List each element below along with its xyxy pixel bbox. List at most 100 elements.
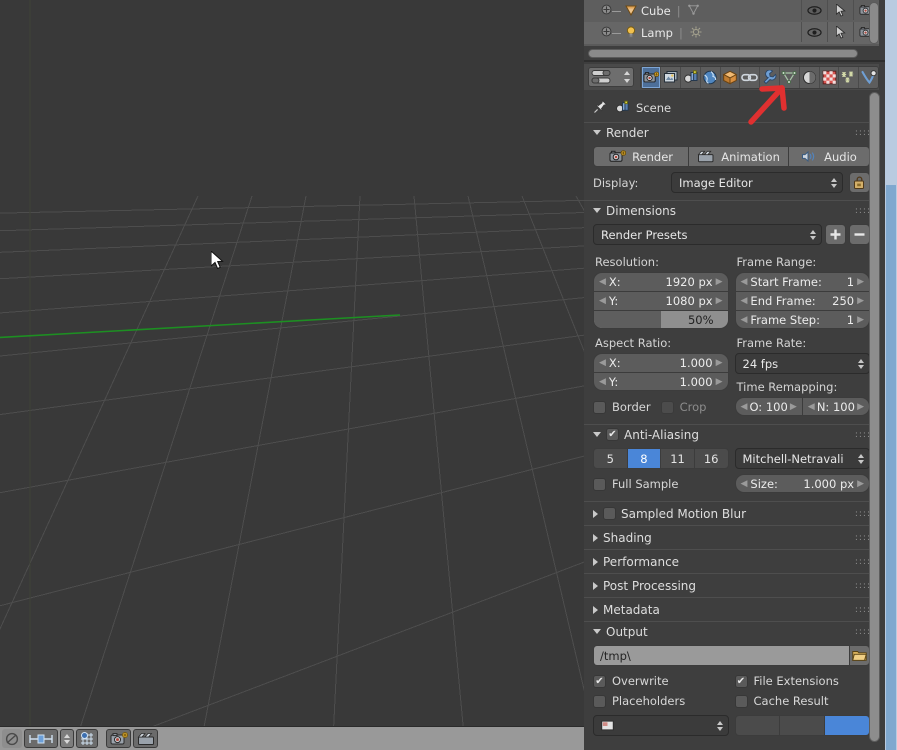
crop-checkbox-row[interactable]: Crop — [660, 397, 706, 417]
tab-texture[interactable] — [818, 66, 839, 88]
aa-filter-dropdown[interactable]: Mitchell-Netravali — [734, 448, 870, 469]
color-mode-rgba[interactable] — [825, 716, 869, 735]
start-frame-field[interactable]: ◀ Start Frame: 1 ▶ — [734, 272, 870, 291]
placeholders-checkbox[interactable] — [593, 694, 606, 708]
color-mode-bw[interactable] — [735, 716, 781, 735]
window-scrollbar[interactable] — [885, 0, 897, 750]
increment-arrow-icon[interactable]: ▶ — [857, 296, 864, 306]
border-checkbox[interactable] — [593, 400, 606, 414]
overwrite-checkbox[interactable]: ✔ — [593, 674, 606, 688]
antialiasing-checkbox[interactable]: ✔ — [606, 428, 619, 441]
decrement-arrow-icon[interactable]: ◀ — [599, 296, 606, 306]
outliner-toggles-lamp[interactable] — [801, 22, 879, 42]
properties-tab-bar[interactable] — [584, 64, 879, 90]
3d-viewport[interactable] — [0, 0, 584, 750]
outliner[interactable]: Cube | Lamp | — [584, 0, 879, 46]
render-image-icon[interactable] — [106, 729, 131, 748]
outliner-horizontal-scrollbar[interactable] — [584, 46, 879, 60]
decrement-arrow-icon[interactable]: ◀ — [599, 277, 606, 287]
animation-button[interactable]: Animation — [689, 146, 789, 167]
tab-object-data[interactable] — [779, 66, 799, 88]
snap-magnet-icon[interactable] — [76, 729, 98, 748]
decrement-arrow-icon[interactable]: ◀ — [808, 402, 815, 412]
scrollbar-thumb[interactable] — [588, 48, 858, 58]
mesh-data-icon[interactable] — [687, 3, 700, 19]
time-remap-old-field[interactable]: ◀ O: 100 ▶ — [734, 397, 802, 416]
increment-arrow-icon[interactable]: ▶ — [790, 402, 797, 412]
tab-object[interactable] — [719, 66, 740, 88]
placeholders-checkbox-row[interactable]: Placeholders — [593, 691, 729, 711]
panel-header-post-processing[interactable]: Post Processing :::: — [584, 573, 879, 597]
viewport-header[interactable] — [0, 726, 584, 750]
arrow-icon[interactable] — [827, 22, 853, 42]
audio-button[interactable]: Audio — [788, 146, 870, 167]
expand-icon[interactable] — [601, 4, 612, 18]
panel-header-metadata[interactable]: Metadata :::: — [584, 597, 879, 621]
decrement-arrow-icon[interactable]: ◀ — [741, 296, 748, 306]
increment-arrow-icon[interactable]: ▶ — [857, 402, 864, 412]
render-animation-icon[interactable] — [133, 729, 158, 748]
overwrite-checkbox-row[interactable]: ✔ Overwrite — [593, 671, 729, 691]
frame-rate-dropdown[interactable]: 24 fps — [734, 353, 870, 374]
tab-material[interactable] — [798, 66, 819, 88]
color-mode-segmented[interactable] — [734, 715, 870, 736]
end-frame-field[interactable]: ◀ End Frame: 250 ▶ — [734, 291, 870, 310]
panel-header-antialiasing[interactable]: ✔ Anti-Aliasing :::: — [584, 424, 879, 444]
tab-world[interactable] — [699, 66, 720, 88]
increment-arrow-icon[interactable]: ▶ — [857, 479, 864, 489]
eye-icon[interactable] — [801, 22, 827, 42]
transform-orientation-icon[interactable] — [24, 729, 58, 748]
breadcrumb[interactable]: Scene — [584, 96, 879, 120]
outliner-row-lamp[interactable]: Lamp | — [584, 22, 879, 44]
panel-header-performance[interactable]: Performance :::: — [584, 549, 879, 573]
decrement-arrow-icon[interactable]: ◀ — [741, 479, 748, 489]
display-dropdown[interactable]: Image Editor — [671, 172, 843, 193]
output-browse-button[interactable] — [849, 645, 870, 666]
resolution-x-field[interactable]: ◀ X: 1920 px ▶ — [593, 272, 729, 291]
tab-constraints[interactable] — [739, 66, 760, 88]
aa-samples-segmented[interactable]: 5 8 11 16 — [593, 448, 729, 469]
tab-particles[interactable] — [838, 66, 859, 88]
aspect-x-field[interactable]: ◀ X: 1.000 ▶ — [593, 353, 729, 372]
resolution-percentage-slider[interactable]: 50% — [593, 310, 729, 329]
expand-icon[interactable] — [601, 26, 612, 40]
properties-vertical-scrollbar[interactable] — [869, 92, 880, 742]
cache-result-checkbox-row[interactable]: Cache Result — [734, 691, 871, 711]
increment-arrow-icon[interactable]: ▶ — [857, 277, 864, 287]
cache-result-checkbox[interactable] — [734, 694, 748, 708]
aa-size-field[interactable]: ◀ Size: 1.000 px ▶ — [734, 474, 870, 493]
lamp-data-icon[interactable] — [689, 25, 703, 42]
render-presets-dropdown[interactable]: Render Presets — [593, 224, 822, 245]
increment-arrow-icon[interactable]: ▶ — [857, 315, 864, 325]
scrollbar-thumb[interactable] — [886, 185, 896, 750]
border-checkbox-row[interactable]: Border — [593, 397, 651, 417]
resolution-y-field[interactable]: ◀ Y: 1080 px ▶ — [593, 291, 729, 310]
context-tabs[interactable] — [639, 65, 879, 89]
decrement-arrow-icon[interactable]: ◀ — [741, 277, 748, 287]
file-extensions-checkbox-row[interactable]: ✔ File Extensions — [734, 671, 871, 691]
increment-arrow-icon[interactable]: ▶ — [716, 377, 723, 387]
outliner-row-cube[interactable]: Cube | — [584, 0, 879, 22]
snap-spinner-icon[interactable] — [60, 729, 74, 748]
frame-step-field[interactable]: ◀ Frame Step: 1 ▶ — [734, 310, 870, 329]
add-preset-button[interactable] — [825, 224, 846, 245]
pin-icon[interactable] — [593, 99, 608, 117]
panel-header-dimensions[interactable]: Dimensions :::: — [584, 200, 879, 220]
aa-sample-16[interactable]: 16 — [694, 449, 728, 468]
display-lock-button[interactable] — [849, 172, 870, 193]
aa-sample-5[interactable]: 5 — [594, 449, 628, 468]
tab-render[interactable] — [640, 66, 661, 88]
outliner-vertical-scrollbar[interactable] — [869, 2, 879, 44]
tab-render-layers[interactable] — [660, 66, 681, 88]
tab-scene[interactable] — [680, 66, 700, 88]
remove-preset-button[interactable] — [849, 224, 870, 245]
properties-editor[interactable]: Render :::: Render Animation Audio Displ… — [584, 122, 879, 750]
aa-sample-8[interactable]: 8 — [627, 449, 662, 468]
aspect-y-field[interactable]: ◀ Y: 1.000 ▶ — [593, 372, 729, 391]
decrement-arrow-icon[interactable]: ◀ — [599, 377, 606, 387]
decrement-arrow-icon[interactable]: ◀ — [741, 402, 748, 412]
sampled-motion-blur-checkbox[interactable] — [603, 507, 616, 520]
editor-type-icon[interactable] — [2, 729, 22, 748]
full-sample-checkbox-row[interactable]: Full Sample — [593, 474, 729, 494]
color-mode-rgb[interactable] — [780, 716, 826, 735]
